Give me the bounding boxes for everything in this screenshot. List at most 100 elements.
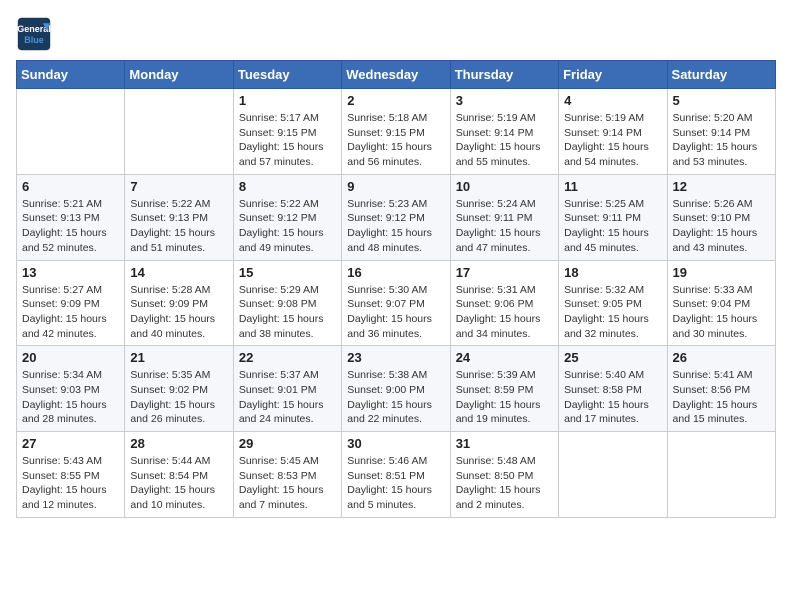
calendar-cell: 9Sunrise: 5:23 AM Sunset: 9:12 PM Daylig… — [342, 174, 450, 260]
day-info: Sunrise: 5:35 AM Sunset: 9:02 PM Dayligh… — [130, 368, 227, 427]
day-info: Sunrise: 5:27 AM Sunset: 9:09 PM Dayligh… — [22, 283, 119, 342]
day-number: 28 — [130, 436, 227, 451]
header-saturday: Saturday — [667, 61, 775, 89]
calendar-cell: 7 Sunrise: 5:22 AM Sunset: 9:13 PM Daylig… — [125, 174, 233, 260]
day-info: Sunrise: 5:21 AM Sunset: 9:13 PM Dayligh… — [22, 197, 119, 256]
day-info: Sunrise: 5:39 AM Sunset: 8:59 PM Dayligh… — [456, 368, 553, 427]
header-thursday: Thursday — [450, 61, 558, 89]
calendar-cell: 13 Sunrise: 5:27 AM Sunset: 9:09 PM Dayli… — [17, 260, 125, 346]
calendar-cell: 22Sunrise: 5:37 AM Sunset: 9:01 PM Dayli… — [233, 346, 341, 432]
logo: General Blue — [16, 16, 52, 52]
day-number: 10 — [456, 179, 553, 194]
day-number: 17 — [456, 265, 553, 280]
day-info: Sunrise: 5:24 AM Sunset: 9:11 PM Dayligh… — [456, 197, 553, 256]
calendar-body: 1Sunrise: 5:17 AM Sunset: 9:15 PM Daylig… — [17, 89, 776, 518]
day-number: 6 — [22, 179, 119, 194]
day-number: 19 — [673, 265, 770, 280]
day-number: 20 — [22, 350, 119, 365]
day-number: 31 — [456, 436, 553, 451]
header-monday: Monday — [125, 61, 233, 89]
calendar-cell — [559, 432, 667, 518]
calendar-cell — [125, 89, 233, 175]
page-header: General Blue — [16, 16, 776, 52]
calendar-cell: 28 Sunrise: 5:44 AM Sunset: 8:54 PM Dayli… — [125, 432, 233, 518]
calendar-cell: 25Sunrise: 5:40 AM Sunset: 8:58 PM Dayli… — [559, 346, 667, 432]
day-info: Sunrise: 5:17 AM Sunset: 9:15 PM Dayligh… — [239, 111, 336, 170]
day-number: 24 — [456, 350, 553, 365]
day-number: 13 — [22, 265, 119, 280]
calendar-table: SundayMondayTuesdayWednesdayThursdayFrid… — [16, 60, 776, 518]
calendar-cell: 16 Sunrise: 5:30 AM Sunset: 9:07 PM Dayli… — [342, 260, 450, 346]
day-info: Sunrise: 5:28 AM Sunset: 9:09 PM Dayligh… — [130, 283, 227, 342]
day-info: Sunrise: 5:22 AM Sunset: 9:13 PM Dayligh… — [130, 197, 227, 256]
calendar-cell — [17, 89, 125, 175]
calendar-cell: 3 Sunrise: 5:19 AM Sunset: 9:14 PM Daylig… — [450, 89, 558, 175]
calendar-cell: 29 Sunrise: 5:45 AM Sunset: 8:53 PM Dayli… — [233, 432, 341, 518]
day-info: Sunrise: 5:19 AM Sunset: 9:14 PM Dayligh… — [564, 111, 661, 170]
day-info: Sunrise: 5:19 AM Sunset: 9:14 PM Dayligh… — [456, 111, 553, 170]
calendar-cell: 15Sunrise: 5:29 AM Sunset: 9:08 PM Dayli… — [233, 260, 341, 346]
week-row-1: 1Sunrise: 5:17 AM Sunset: 9:15 PM Daylig… — [17, 89, 776, 175]
day-number: 30 — [347, 436, 444, 451]
calendar-cell: 1Sunrise: 5:17 AM Sunset: 9:15 PM Daylig… — [233, 89, 341, 175]
calendar-cell: 24 Sunrise: 5:39 AM Sunset: 8:59 PM Dayli… — [450, 346, 558, 432]
header-friday: Friday — [559, 61, 667, 89]
calendar-cell — [667, 432, 775, 518]
day-number: 18 — [564, 265, 661, 280]
week-row-3: 13 Sunrise: 5:27 AM Sunset: 9:09 PM Dayli… — [17, 260, 776, 346]
day-info: Sunrise: 5:43 AM Sunset: 8:55 PM Dayligh… — [22, 454, 119, 513]
calendar-cell: 19Sunrise: 5:33 AM Sunset: 9:04 PM Dayli… — [667, 260, 775, 346]
calendar-cell: 27 Sunrise: 5:43 AM Sunset: 8:55 PM Dayli… — [17, 432, 125, 518]
calendar-cell: 18 Sunrise: 5:32 AM Sunset: 9:05 PM Dayli… — [559, 260, 667, 346]
header-wednesday: Wednesday — [342, 61, 450, 89]
day-number: 26 — [673, 350, 770, 365]
day-number: 25 — [564, 350, 661, 365]
day-number: 21 — [130, 350, 227, 365]
header-sunday: Sunday — [17, 61, 125, 89]
day-number: 27 — [22, 436, 119, 451]
calendar-header: SundayMondayTuesdayWednesdayThursdayFrid… — [17, 61, 776, 89]
day-number: 8 — [239, 179, 336, 194]
day-number: 29 — [239, 436, 336, 451]
day-info: Sunrise: 5:31 AM Sunset: 9:06 PM Dayligh… — [456, 283, 553, 342]
calendar-cell: 14 Sunrise: 5:28 AM Sunset: 9:09 PM Dayli… — [125, 260, 233, 346]
day-info: Sunrise: 5:41 AM Sunset: 8:56 PM Dayligh… — [673, 368, 770, 427]
week-row-5: 27 Sunrise: 5:43 AM Sunset: 8:55 PM Dayli… — [17, 432, 776, 518]
day-number: 14 — [130, 265, 227, 280]
calendar-cell: 2Sunrise: 5:18 AM Sunset: 9:15 PM Daylig… — [342, 89, 450, 175]
calendar-cell: 21 Sunrise: 5:35 AM Sunset: 9:02 PM Dayli… — [125, 346, 233, 432]
day-info: Sunrise: 5:45 AM Sunset: 8:53 PM Dayligh… — [239, 454, 336, 513]
day-number: 3 — [456, 93, 553, 108]
day-number: 23 — [347, 350, 444, 365]
calendar-cell: 20 Sunrise: 5:34 AM Sunset: 9:03 PM Dayli… — [17, 346, 125, 432]
header-tuesday: Tuesday — [233, 61, 341, 89]
calendar-cell: 26 Sunrise: 5:41 AM Sunset: 8:56 PM Dayli… — [667, 346, 775, 432]
day-info: Sunrise: 5:32 AM Sunset: 9:05 PM Dayligh… — [564, 283, 661, 342]
day-info: Sunrise: 5:26 AM Sunset: 9:10 PM Dayligh… — [673, 197, 770, 256]
day-number: 9 — [347, 179, 444, 194]
calendar-cell: 8Sunrise: 5:22 AM Sunset: 9:12 PM Daylig… — [233, 174, 341, 260]
day-info: Sunrise: 5:34 AM Sunset: 9:03 PM Dayligh… — [22, 368, 119, 427]
day-number: 16 — [347, 265, 444, 280]
calendar-cell: 4 Sunrise: 5:19 AM Sunset: 9:14 PM Daylig… — [559, 89, 667, 175]
calendar-cell: 5Sunrise: 5:20 AM Sunset: 9:14 PM Daylig… — [667, 89, 775, 175]
day-info: Sunrise: 5:44 AM Sunset: 8:54 PM Dayligh… — [130, 454, 227, 513]
calendar-cell: 31 Sunrise: 5:48 AM Sunset: 8:50 PM Dayli… — [450, 432, 558, 518]
calendar-cell: 10 Sunrise: 5:24 AM Sunset: 9:11 PM Dayli… — [450, 174, 558, 260]
day-info: Sunrise: 5:37 AM Sunset: 9:01 PM Dayligh… — [239, 368, 336, 427]
day-info: Sunrise: 5:38 AM Sunset: 9:00 PM Dayligh… — [347, 368, 444, 427]
day-number: 4 — [564, 93, 661, 108]
day-number: 7 — [130, 179, 227, 194]
day-info: Sunrise: 5:29 AM Sunset: 9:08 PM Dayligh… — [239, 283, 336, 342]
day-info: Sunrise: 5:46 AM Sunset: 8:51 PM Dayligh… — [347, 454, 444, 513]
calendar-cell: 30 Sunrise: 5:46 AM Sunset: 8:51 PM Dayli… — [342, 432, 450, 518]
day-info: Sunrise: 5:25 AM Sunset: 9:11 PM Dayligh… — [564, 197, 661, 256]
svg-text:Blue: Blue — [24, 35, 44, 45]
day-info: Sunrise: 5:30 AM Sunset: 9:07 PM Dayligh… — [347, 283, 444, 342]
calendar-cell: 12Sunrise: 5:26 AM Sunset: 9:10 PM Dayli… — [667, 174, 775, 260]
calendar-cell: 11Sunrise: 5:25 AM Sunset: 9:11 PM Dayli… — [559, 174, 667, 260]
day-info: Sunrise: 5:48 AM Sunset: 8:50 PM Dayligh… — [456, 454, 553, 513]
day-info: Sunrise: 5:18 AM Sunset: 9:15 PM Dayligh… — [347, 111, 444, 170]
calendar-cell: 6 Sunrise: 5:21 AM Sunset: 9:13 PM Daylig… — [17, 174, 125, 260]
header-row: SundayMondayTuesdayWednesdayThursdayFrid… — [17, 61, 776, 89]
